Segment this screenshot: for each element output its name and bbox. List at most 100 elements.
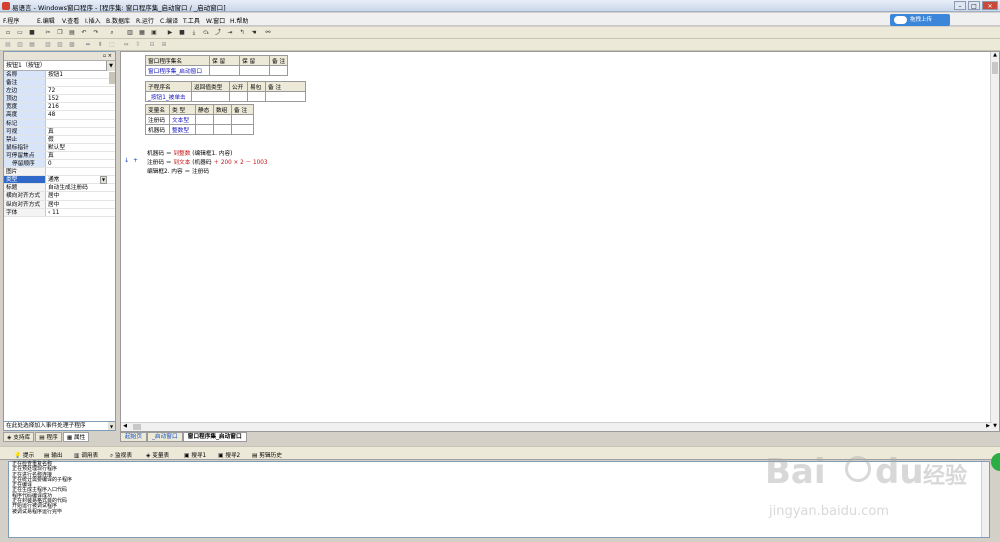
property-row[interactable]: 禁止假	[4, 135, 115, 144]
align-bottom-icon[interactable]: ▩	[68, 41, 76, 49]
property-row[interactable]: 纵向对齐方式 居中	[4, 200, 115, 209]
tab-watch[interactable]: ⌕ 监视表	[110, 450, 132, 460]
space-v-icon[interactable]: ⇳	[134, 41, 142, 49]
tab-startup-window[interactable]: _启动窗口	[147, 432, 183, 442]
menu-help[interactable]: H.帮助	[230, 16, 248, 25]
property-row[interactable]: 横向对齐方式 居中	[4, 192, 115, 201]
property-row[interactable]: 鼠标指针 默认型	[4, 143, 115, 152]
menu-program[interactable]: F.程序	[3, 16, 19, 25]
menu-tools[interactable]: T.工具	[183, 16, 200, 25]
property-row[interactable]: 标题 自动生成注册码	[4, 184, 115, 193]
assembly-name-cell[interactable]: 窗口程序集_启动窗口	[145, 65, 210, 76]
stop-icon[interactable]: ■	[178, 29, 186, 37]
menu-window[interactable]: W.窗口	[206, 16, 225, 25]
run-icon[interactable]: ▶	[166, 29, 174, 37]
property-value[interactable]: 按钮1	[46, 71, 115, 78]
property-value[interactable]: 真	[46, 152, 115, 159]
property-row[interactable]: 备注	[4, 79, 115, 88]
center-v-icon[interactable]: ⊞	[160, 41, 168, 49]
property-value[interactable]: 48	[46, 111, 115, 118]
table-cell[interactable]	[195, 124, 214, 135]
scroll-right-icon[interactable]: ▶	[984, 423, 992, 431]
property-value[interactable]: 通常 ▼	[46, 176, 115, 185]
property-value[interactable]: 居中	[46, 201, 115, 208]
layout-3-icon[interactable]: ▣	[150, 29, 158, 37]
redo-icon[interactable]: ↷	[92, 29, 100, 37]
align-left-icon[interactable]: ▤	[4, 41, 12, 49]
table-cell[interactable]	[268, 65, 289, 76]
copy-icon[interactable]: ❐	[56, 29, 64, 37]
table-cell[interactable]	[213, 114, 232, 125]
property-value[interactable]	[46, 120, 115, 127]
menu-database[interactable]: B.数据库	[106, 16, 130, 25]
property-value[interactable]: 216	[46, 103, 115, 110]
tab-properties[interactable]: ▦ 属性	[62, 432, 90, 442]
table-cell[interactable]	[195, 114, 214, 125]
property-value[interactable]: 72	[46, 87, 115, 94]
property-value[interactable]	[46, 168, 115, 175]
breakpoint-icon[interactable]: ↰	[238, 29, 246, 37]
menu-run[interactable]: R.运行	[136, 16, 154, 25]
same-size-icon[interactable]: ⬚	[108, 41, 116, 49]
tab-search-1[interactable]: ▣ 搜寻1	[184, 450, 206, 459]
same-height-icon[interactable]: ⬍	[96, 41, 104, 49]
new-file-icon[interactable]: ▫	[4, 29, 12, 37]
tab-start-page[interactable]: 起始页	[120, 432, 148, 442]
chevron-down-icon[interactable]: ▼	[106, 61, 115, 71]
expand-plus-icon[interactable]: +	[133, 157, 138, 164]
table-cell[interactable]	[247, 91, 266, 102]
align-top-icon[interactable]: ▧	[44, 41, 52, 49]
tab-program[interactable]: ▤ 程序	[35, 432, 62, 442]
chevron-down-icon[interactable]: ▼	[100, 176, 107, 185]
property-scrollbar[interactable]	[109, 72, 115, 84]
property-row[interactable]: 图片	[4, 168, 115, 177]
editor-vertical-scrollbar[interactable]: ▲ ▼	[990, 52, 999, 431]
undo-icon[interactable]: ↶	[80, 29, 88, 37]
tab-call-stack[interactable]: ▥ 调用表	[74, 450, 98, 459]
menu-insert[interactable]: I.插入	[85, 16, 101, 25]
close-button[interactable]: ✕	[982, 1, 998, 10]
align-right-icon[interactable]: ▦	[28, 41, 36, 49]
paste-icon[interactable]: ▤	[68, 29, 76, 37]
table-cell[interactable]	[229, 91, 248, 102]
side-badge-icon[interactable]	[991, 453, 1000, 471]
maximize-button[interactable]: □	[968, 1, 980, 10]
table-cell[interactable]	[239, 65, 270, 76]
tab-clip-history[interactable]: ▤ 剪辑历史	[252, 450, 282, 459]
find-icon[interactable]: ⌕	[108, 29, 116, 37]
align-center-icon[interactable]: ▥	[16, 41, 24, 49]
scroll-thumb[interactable]	[992, 62, 998, 74]
event-selector[interactable]: 在此处选择加入事件处理子程序 ▼	[3, 421, 116, 431]
table-cell[interactable]	[191, 91, 230, 102]
property-row[interactable]: 可视真	[4, 127, 115, 136]
space-h-icon[interactable]: ⇹	[122, 41, 130, 49]
run-to-cursor-icon[interactable]: ⇥	[226, 29, 234, 37]
open-file-icon[interactable]: ▭	[16, 29, 24, 37]
menu-compile[interactable]: C.编译	[160, 16, 178, 25]
variable-name-cell[interactable]: 注册码	[145, 114, 170, 125]
pin-icon[interactable]: ▫ ×	[103, 53, 112, 59]
property-value[interactable]: 0	[46, 160, 115, 167]
step-over-icon[interactable]: ⤼	[202, 29, 210, 37]
hand-icon[interactable]: ☚	[250, 29, 258, 37]
cut-icon[interactable]: ✂	[44, 29, 52, 37]
property-row[interactable]: 停留顺序 0	[4, 160, 115, 169]
scroll-thumb[interactable]	[133, 424, 141, 430]
code-line[interactable]: 注册码 ＝ 到文本 (机器码 ＋ 200 × 2 － 1003	[147, 157, 267, 166]
save-icon[interactable]: ■	[28, 29, 36, 37]
property-value[interactable]: ‹ 11	[46, 209, 115, 216]
same-width-icon[interactable]: ⬌	[84, 41, 92, 49]
subroutine-name-cell[interactable]: _按钮1_被单击	[145, 91, 192, 102]
property-row[interactable]: 字体 ‹ 11	[4, 208, 115, 217]
property-row[interactable]: 左边 72	[4, 87, 115, 96]
scroll-down-icon[interactable]: ▼	[991, 423, 999, 431]
component-selector[interactable]: 按钮1（按钮） ▼	[4, 61, 115, 71]
center-h-icon[interactable]: ⊟	[148, 41, 156, 49]
table-cell[interactable]	[231, 114, 254, 125]
chevron-down-icon[interactable]: ▼	[108, 422, 115, 430]
scroll-up-icon[interactable]: ▲	[991, 52, 999, 60]
menu-view[interactable]: V.查看	[62, 16, 79, 25]
tab-variables[interactable]: ◈ 变量表	[146, 450, 169, 459]
tab-window-assembly[interactable]: 窗口程序集_启动窗口	[182, 432, 247, 442]
layout-1-icon[interactable]: ▥	[126, 29, 134, 37]
